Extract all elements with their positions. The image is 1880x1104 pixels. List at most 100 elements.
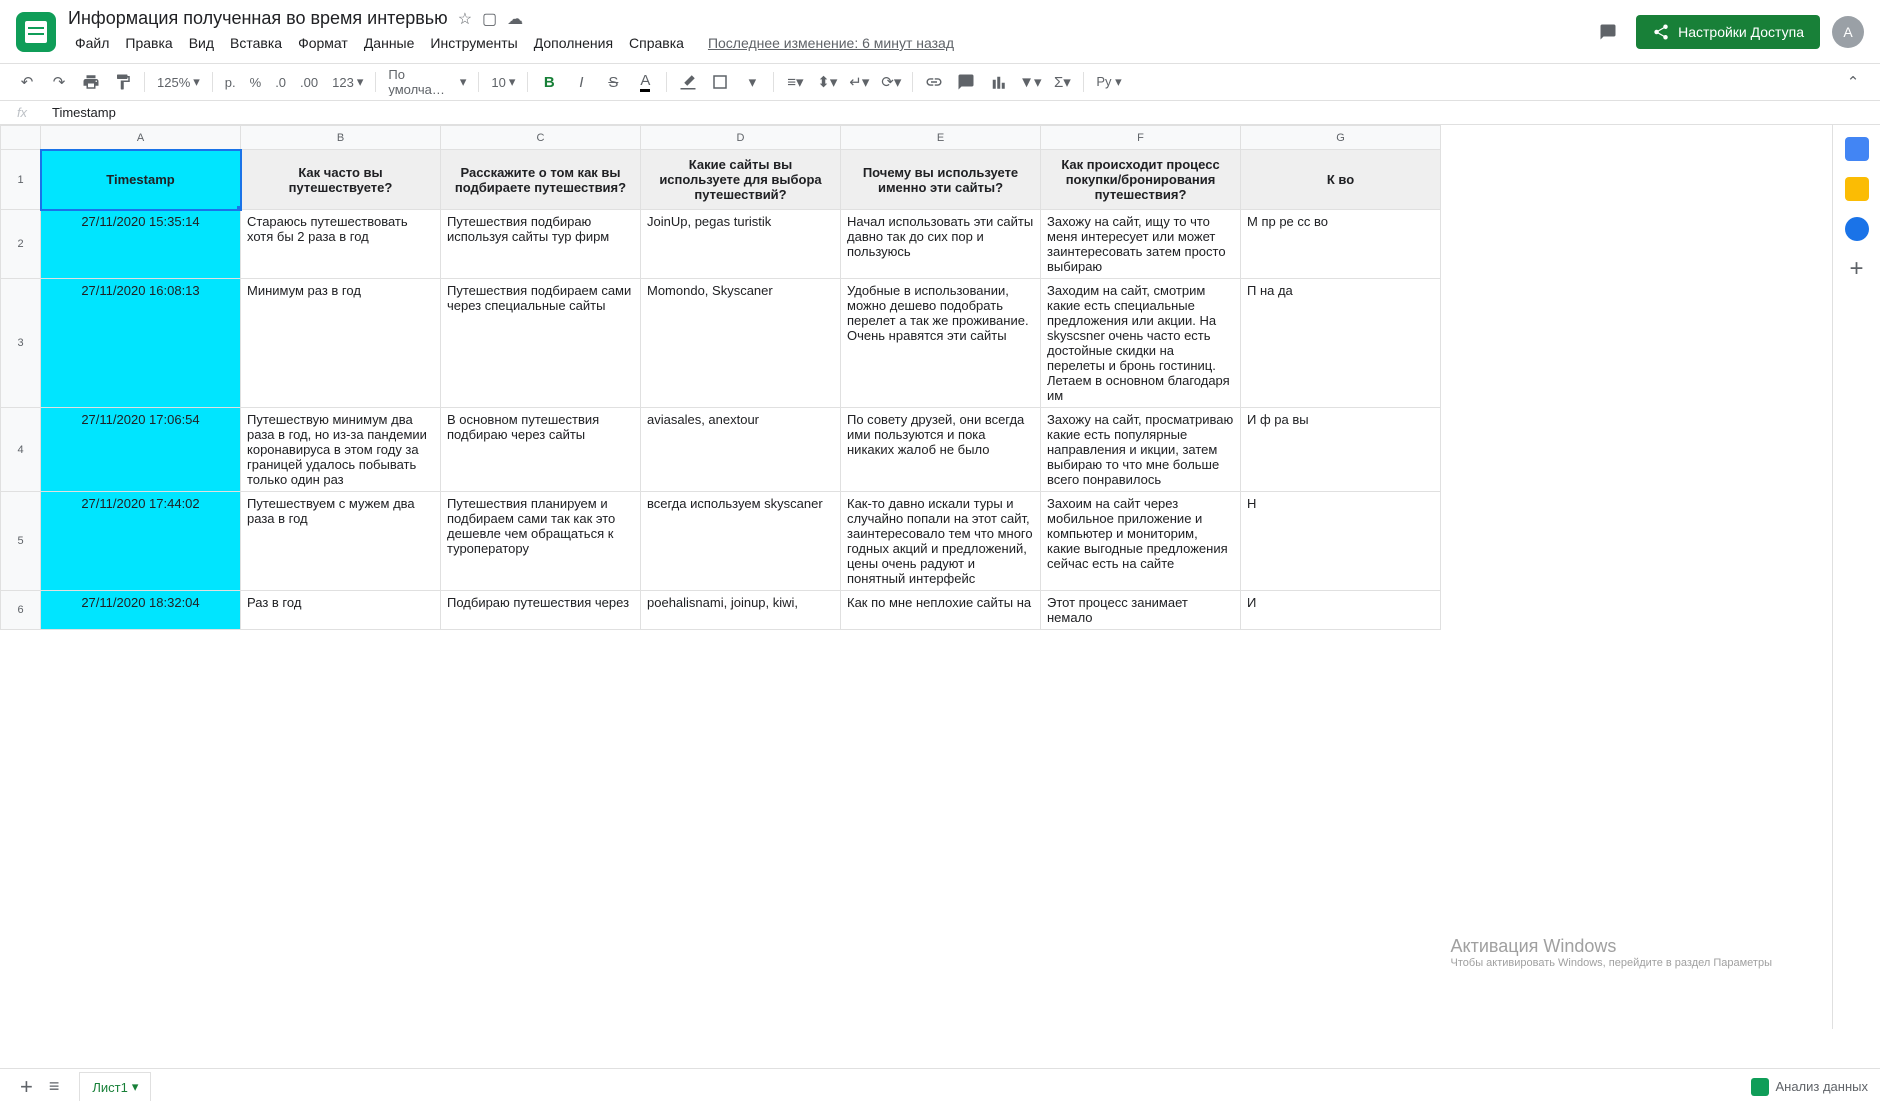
print-button[interactable]: [76, 68, 106, 96]
borders-button[interactable]: [705, 68, 735, 96]
filter-button[interactable]: ▼▾: [1015, 68, 1045, 96]
cell-e6[interactable]: Как по мне неплохие сайты на: [841, 591, 1041, 630]
cell-f6[interactable]: Этот процесс занимает немало: [1041, 591, 1241, 630]
row-header-2[interactable]: 2: [1, 210, 41, 279]
cell-a3[interactable]: 27/11/2020 16:08:13: [41, 279, 241, 408]
collapse-toolbar[interactable]: ⌃: [1838, 68, 1868, 96]
functions-button[interactable]: Σ▾: [1047, 68, 1077, 96]
cell-g2[interactable]: М пр ре сс во: [1241, 210, 1441, 279]
menu-view[interactable]: Вид: [182, 31, 221, 55]
halign-button[interactable]: ≡▾: [780, 68, 810, 96]
fill-color-button[interactable]: [673, 68, 703, 96]
cell-g3[interactable]: П на да: [1241, 279, 1441, 408]
cell-e2[interactable]: Начал использовать эти сайты давно так д…: [841, 210, 1041, 279]
cell-c1[interactable]: Расскажите о том как вы подбираете путеш…: [441, 150, 641, 210]
bold-button[interactable]: B: [534, 68, 564, 96]
sheets-logo[interactable]: [16, 12, 56, 52]
cell-a2[interactable]: 27/11/2020 15:35:14: [41, 210, 241, 279]
cell-e3[interactable]: Удобные в использовании, можно дешево по…: [841, 279, 1041, 408]
rotate-button[interactable]: ⟳▾: [876, 68, 906, 96]
cell-d2[interactable]: JoinUp, pegas turistik: [641, 210, 841, 279]
col-header-g[interactable]: G: [1241, 126, 1441, 150]
link-button[interactable]: [919, 68, 949, 96]
cell-a6[interactable]: 27/11/2020 18:32:04: [41, 591, 241, 630]
cell-f1[interactable]: Как происходит процесс покупки/бронирова…: [1041, 150, 1241, 210]
cell-c3[interactable]: Путешествия подбираем сами через специал…: [441, 279, 641, 408]
cell-b3[interactable]: Минимум раз в год: [241, 279, 441, 408]
cell-d4[interactable]: aviasales, anextour: [641, 408, 841, 492]
redo-button[interactable]: ↷: [44, 68, 74, 96]
menu-edit[interactable]: Правка: [118, 31, 179, 55]
col-header-a[interactable]: A: [41, 126, 241, 150]
cell-c6[interactable]: Подбираю путешествия через: [441, 591, 641, 630]
merge-button[interactable]: ▾: [737, 68, 767, 96]
comments-button[interactable]: [1592, 16, 1624, 48]
cloud-icon[interactable]: ☁: [507, 9, 523, 29]
chart-button[interactable]: [983, 68, 1013, 96]
text-color-button[interactable]: A: [630, 68, 660, 96]
all-sheets-button[interactable]: ≡: [41, 1076, 68, 1097]
input-method[interactable]: Ру ▾: [1090, 68, 1127, 96]
cell-f2[interactable]: Захожу на сайт, ищу то что меня интересу…: [1041, 210, 1241, 279]
cell-e1[interactable]: Почему вы используете именно эти сайты?: [841, 150, 1041, 210]
cell-c5[interactable]: Путешествия планируем и подбираем сами т…: [441, 492, 641, 591]
cell-b6[interactable]: Раз в год: [241, 591, 441, 630]
menu-format[interactable]: Формат: [291, 31, 355, 55]
percent-format[interactable]: %: [244, 68, 268, 96]
cell-d6[interactable]: poehalisnami, joinup, kiwi,: [641, 591, 841, 630]
spreadsheet-grid[interactable]: A B C D E F G 1 Timestamp Как часто вы п…: [0, 125, 1832, 1029]
currency-format[interactable]: р.: [219, 68, 242, 96]
cell-e4[interactable]: По совету друзей, они всегда ими пользую…: [841, 408, 1041, 492]
move-icon[interactable]: ▢: [482, 9, 497, 29]
cell-a5[interactable]: 27/11/2020 17:44:02: [41, 492, 241, 591]
col-header-d[interactable]: D: [641, 126, 841, 150]
analyze-data-button[interactable]: Анализ данных: [1751, 1078, 1868, 1096]
cell-g5[interactable]: Н: [1241, 492, 1441, 591]
italic-button[interactable]: I: [566, 68, 596, 96]
cell-a1[interactable]: Timestamp: [41, 150, 241, 210]
formula-bar[interactable]: Timestamp: [44, 105, 116, 120]
row-header-4[interactable]: 4: [1, 408, 41, 492]
row-header-3[interactable]: 3: [1, 279, 41, 408]
cell-a4[interactable]: 27/11/2020 17:06:54: [41, 408, 241, 492]
cell-d5[interactable]: всегда используем skyscaner: [641, 492, 841, 591]
sheet-tab-1[interactable]: Лист1 ▾: [79, 1072, 151, 1101]
cell-d1[interactable]: Какие сайты вы используете для выбора пу…: [641, 150, 841, 210]
col-header-c[interactable]: C: [441, 126, 641, 150]
row-header-5[interactable]: 5: [1, 492, 41, 591]
menu-data[interactable]: Данные: [357, 31, 422, 55]
increase-decimal[interactable]: .00: [294, 68, 324, 96]
menu-help[interactable]: Справка: [622, 31, 691, 55]
cell-c2[interactable]: Путешествия подбираю используя сайты тур…: [441, 210, 641, 279]
zoom-select[interactable]: 125% ▾: [151, 68, 206, 96]
col-header-e[interactable]: E: [841, 126, 1041, 150]
paint-format-button[interactable]: [108, 68, 138, 96]
doc-title[interactable]: Информация полученная во время интервью: [68, 8, 448, 29]
font-select[interactable]: По умолча… ▾: [382, 68, 472, 96]
select-all-corner[interactable]: [1, 126, 41, 150]
menu-tools[interactable]: Инструменты: [423, 31, 524, 55]
cell-g6[interactable]: И: [1241, 591, 1441, 630]
cell-b5[interactable]: Путешествуем с мужем два раза в год: [241, 492, 441, 591]
share-button[interactable]: Настройки Доступа: [1636, 15, 1820, 49]
cell-g4[interactable]: И ф ра вы: [1241, 408, 1441, 492]
cell-f5[interactable]: Захоим на сайт через мобильное приложени…: [1041, 492, 1241, 591]
cell-f4[interactable]: Захожу на сайт, просматриваю какие есть …: [1041, 408, 1241, 492]
last-edit-link[interactable]: Последнее изменение: 6 минут назад: [701, 31, 961, 55]
cell-b2[interactable]: Стараюсь путешествовать хотя бы 2 раза в…: [241, 210, 441, 279]
strike-button[interactable]: S: [598, 68, 628, 96]
cell-f3[interactable]: Заходим на сайт, смотрим какие есть спец…: [1041, 279, 1241, 408]
menu-insert[interactable]: Вставка: [223, 31, 289, 55]
undo-button[interactable]: ↶: [12, 68, 42, 96]
calendar-icon[interactable]: [1845, 137, 1869, 161]
cell-e5[interactable]: Как-то давно искали туры и случайно попа…: [841, 492, 1041, 591]
add-addon-icon[interactable]: +: [1845, 257, 1869, 281]
row-header-6[interactable]: 6: [1, 591, 41, 630]
col-header-b[interactable]: B: [241, 126, 441, 150]
cell-c4[interactable]: В основном путешествия подбираю через са…: [441, 408, 641, 492]
tasks-icon[interactable]: [1845, 217, 1869, 241]
row-header-1[interactable]: 1: [1, 150, 41, 210]
decrease-decimal[interactable]: .0: [269, 68, 292, 96]
more-formats[interactable]: 123▾: [326, 68, 369, 96]
col-header-f[interactable]: F: [1041, 126, 1241, 150]
